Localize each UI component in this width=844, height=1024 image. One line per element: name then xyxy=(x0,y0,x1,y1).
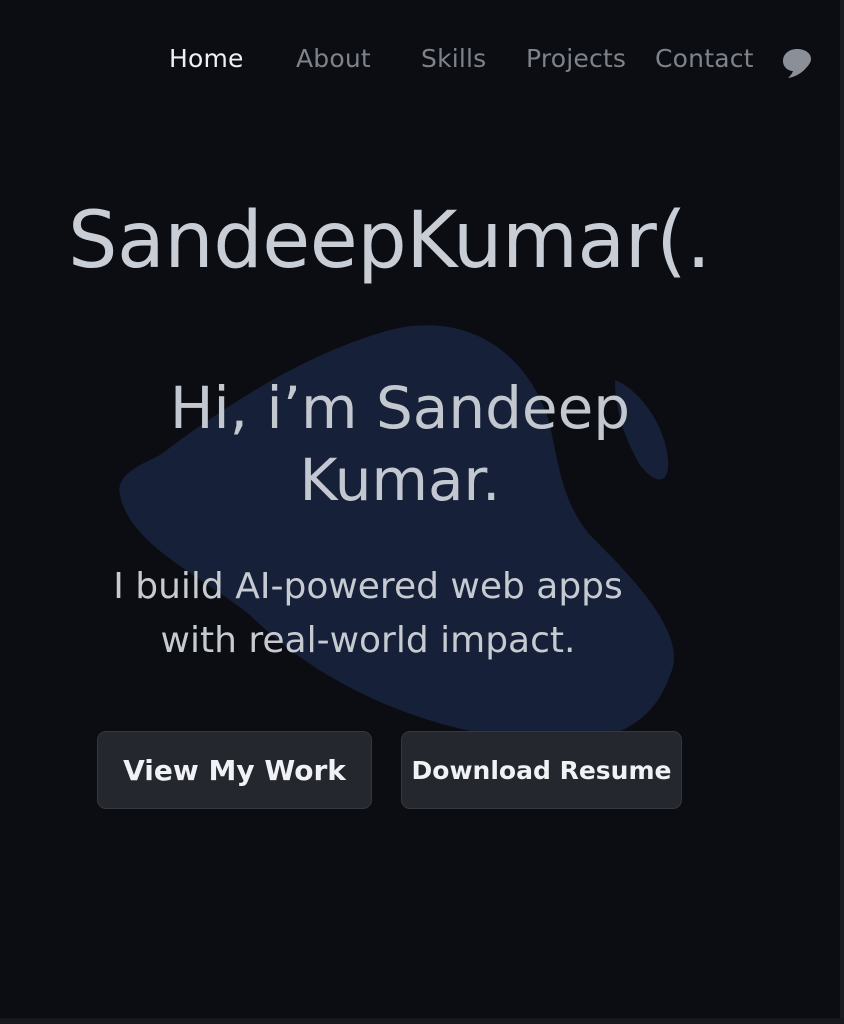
name-title: SandeepKumar(. xyxy=(68,196,711,286)
nav-projects-link[interactable]: Projects xyxy=(526,44,626,73)
theme-toggle-icon xyxy=(783,49,811,78)
nav-about-link[interactable]: About xyxy=(296,44,371,73)
view-my-work-button[interactable]: View My Work xyxy=(97,731,372,809)
right-edge-divider xyxy=(840,0,844,1024)
nav-home-link[interactable]: Home xyxy=(169,44,244,73)
greeting-line-2: Kumar. xyxy=(299,446,501,514)
greeting-line-1: Hi, i’m Sandeep xyxy=(169,374,631,442)
hero-tagline: I build AI-powered web apps with real-wo… xyxy=(88,560,648,668)
theme-toggle-button[interactable] xyxy=(780,46,814,80)
bottom-edge-divider xyxy=(0,1018,844,1024)
top-navigation: Home About Skills Projects Contact xyxy=(0,44,844,84)
nav-skills-link[interactable]: Skills xyxy=(421,44,486,73)
portfolio-page: Home About Skills Projects Contact Sande… xyxy=(0,0,844,1024)
download-resume-button[interactable]: Download Resume xyxy=(401,731,682,809)
hero-greeting: Hi, i’m Sandeep Kumar. xyxy=(140,372,660,516)
tagline-line-1: I build AI-powered web apps xyxy=(113,566,623,607)
tagline-line-2: with real-world impact. xyxy=(160,620,576,661)
nav-contact-link[interactable]: Contact xyxy=(655,44,754,73)
